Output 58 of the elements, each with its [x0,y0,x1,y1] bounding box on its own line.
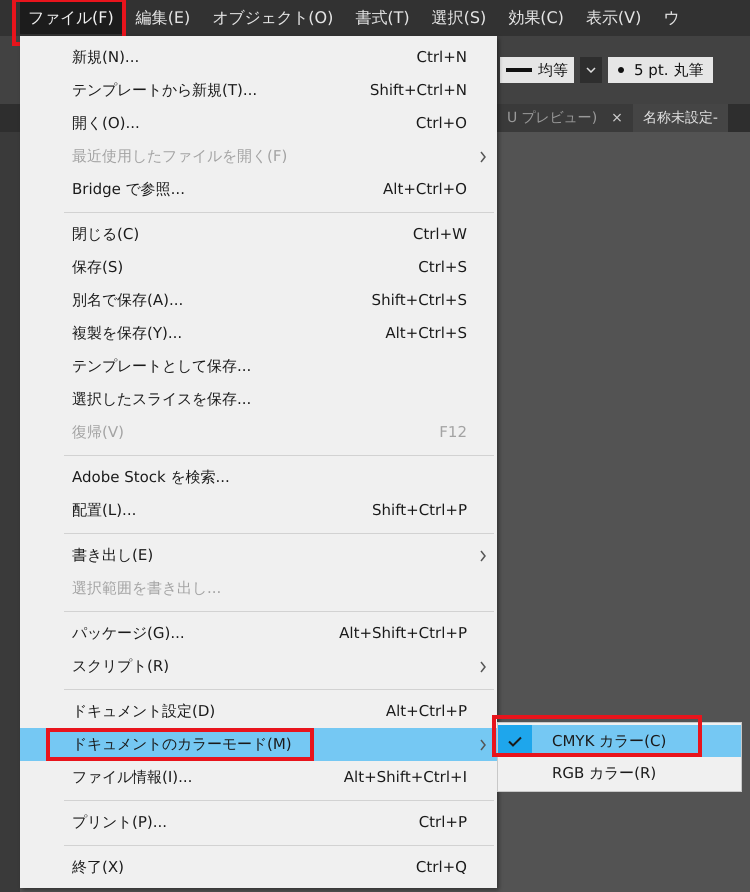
menu-bar-item[interactable]: 編集(E) [128,2,198,34]
shortcut-label: Ctrl+W [412,224,467,246]
close-tab-button[interactable]: × [611,108,623,128]
caret-icon [586,67,596,73]
brush-dropdown[interactable]: 5 pt. 丸筆 [608,57,714,83]
menu-item[interactable]: Adobe Stock を検索... [20,461,497,494]
menu-item[interactable]: 閉じる(C) Ctrl+W [20,218,497,251]
menu-bar-item[interactable]: 選択(S) [424,2,494,34]
chevron-right-icon [479,738,487,750]
chevron-right-icon [479,660,487,672]
shortcut-label: Ctrl+Q [416,857,467,878]
chevron-right-icon [479,150,487,162]
shortcut-label: Shift+Ctrl+P [372,500,467,522]
menu-item[interactable]: ファイル情報(I)... Alt+Shift+Ctrl+I [20,761,497,794]
menu-item[interactable]: 別名で保存(A)... Shift+Ctrl+S [20,284,497,317]
menu-bar-item[interactable]: 書式(T) [347,2,418,34]
menu-item[interactable]: 配置(L)... Shift+Ctrl+P [20,494,497,527]
menu-item[interactable]: 開く(O)... Ctrl+O [20,107,497,140]
check-icon [508,736,522,746]
shortcut-label: Alt+Ctrl+O [383,179,467,200]
shortcut-label: Ctrl+O [416,113,467,134]
menu-item[interactable]: 終了(X) Ctrl+Q [20,851,497,884]
menu-item[interactable]: 保存(S) Ctrl+S [20,251,497,284]
menu-item[interactable]: パッケージ(G)... Alt+Shift+Ctrl+P [20,617,497,650]
shortcut-label: Ctrl+S [418,257,467,278]
menu-item[interactable]: 選択したスライスを保存... [20,383,497,416]
menu-item[interactable]: プリント(P)... Ctrl+P [20,806,497,839]
menu-item[interactable]: 新規(N)... Ctrl+N [20,41,497,74]
menu-bar-item[interactable]: オブジェクト(O) [204,2,342,34]
menu-item[interactable]: テンプレートから新規(T)... Shift+Ctrl+N [20,74,497,107]
shortcut-label: Alt+Ctrl+S [385,323,467,344]
document-tab[interactable]: U プレビュー) × [497,104,633,132]
menu-bar-item[interactable]: ファイル(F) [20,2,122,34]
menu-item[interactable]: 複製を保存(Y)... Alt+Ctrl+S [20,317,497,350]
menu-item[interactable]: 書き出し(E) [20,539,497,572]
stroke-profile-dropdown[interactable]: 均等 [500,57,574,83]
menu-item[interactable]: ドキュメント設定(D) Alt+Ctrl+P [20,695,497,728]
menu-item[interactable]: スクリプト(R) [20,650,497,683]
chevron-right-icon [479,550,487,562]
dropdown-caret-button[interactable] [580,57,602,83]
menu-item[interactable]: テンプレートとして保存... [20,350,497,383]
menu-item[interactable]: Bridge で参照... Alt+Ctrl+O [20,173,497,206]
document-tab[interactable]: 名称未設定- [632,104,728,132]
brush-label: 5 pt. 丸筆 [634,60,704,81]
shortcut-label: F12 [439,422,467,444]
shortcut-label: Shift+Ctrl+N [370,80,467,102]
menu-bar-item[interactable]: 効果(C) [500,2,572,34]
shortcut-label: Alt+Shift+Ctrl+I [344,767,467,788]
brush-dot-icon [618,67,624,73]
shortcut-label: Ctrl+P [418,812,467,834]
shortcut-label: Ctrl+N [416,47,467,68]
shortcut-label: Shift+Ctrl+S [372,290,467,312]
menu-bar-item[interactable]: 表示(V) [578,2,650,34]
shortcut-label: Alt+Ctrl+P [386,701,467,722]
menu-bar-item[interactable]: ウ [655,2,688,34]
shortcut-label: Alt+Shift+Ctrl+P [339,623,467,644]
stroke-profile-label: 均等 [538,60,568,81]
submenu-item[interactable]: RGB カラー(R) [498,757,741,789]
